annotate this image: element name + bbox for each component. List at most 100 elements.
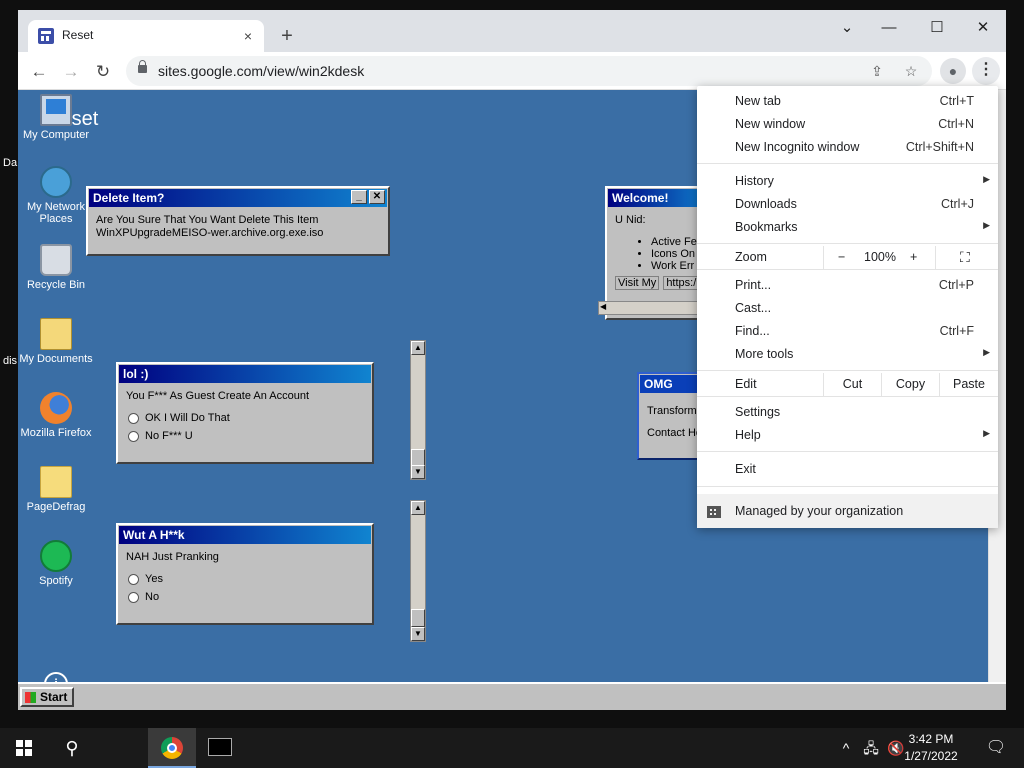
menu-label: Cast... xyxy=(735,301,772,315)
dialog-title-bar[interactable]: Delete Item? _ ✕ xyxy=(89,189,387,207)
page-scrollbar[interactable]: ▲ ▼ xyxy=(410,340,426,480)
desktop-icon-spotify[interactable]: Spotify xyxy=(18,540,94,587)
zoom-in-button[interactable]: + xyxy=(910,250,917,264)
radio-button[interactable] xyxy=(128,430,139,442)
radio-option-yes[interactable]: Yes xyxy=(128,573,364,585)
submenu-arrow-icon: ▶ xyxy=(983,220,990,230)
tab-reset[interactable]: Reset × xyxy=(28,20,264,52)
taskbar-terminal[interactable] xyxy=(196,728,244,768)
scroll-left-icon[interactable]: ◀ xyxy=(600,302,606,311)
maximize-button[interactable]: ☐ xyxy=(914,14,960,42)
desktop-icon-firefox[interactable]: Mozilla Firefox xyxy=(18,392,94,439)
fullscreen-button[interactable]: ⛶ xyxy=(935,246,998,269)
windows-start-button[interactable] xyxy=(0,728,48,768)
menu-item-downloads[interactable]: Downloads Ctrl+J xyxy=(697,193,998,216)
scroll-up-icon[interactable]: ▲ xyxy=(411,341,425,355)
chrome-menu-button[interactable]: ⋮ xyxy=(972,57,1000,85)
network-icon[interactable]: 🖧 xyxy=(858,728,884,768)
submenu-arrow-icon: ▶ xyxy=(983,174,990,184)
zoom-controls: − 100% + xyxy=(823,246,935,269)
taskbar-file-explorer[interactable] xyxy=(98,728,232,768)
search-button[interactable]: ⚲ xyxy=(48,728,96,768)
tab-close-icon[interactable]: × xyxy=(238,26,258,46)
welcome-tab[interactable]: Visit My xyxy=(615,276,660,290)
menu-item-more-tools[interactable]: More tools ▶ xyxy=(697,343,998,366)
desktop-icon-label: PageDefrag xyxy=(26,501,86,513)
radio-button[interactable] xyxy=(128,591,139,603)
scroll-down-icon[interactable]: ▼ xyxy=(411,627,425,641)
radio-option-no[interactable]: No xyxy=(128,591,364,603)
edit-copy-button[interactable]: Copy xyxy=(881,373,939,396)
radio-option-no[interactable]: No F*** U xyxy=(128,430,364,442)
menu-label: Exit xyxy=(735,462,756,476)
menu-shortcut: Ctrl+N xyxy=(938,117,974,131)
desktop-icon-label: My Documents xyxy=(19,353,93,365)
address-bar[interactable]: sites.google.com/view/win2kdesk ⇪ ☆ xyxy=(126,56,932,86)
menu-separator xyxy=(697,486,998,487)
edit-cut-button[interactable]: Cut xyxy=(823,373,881,396)
dialog-message: You F*** As Guest Create An Account xyxy=(126,390,310,402)
scroll-down-icon[interactable]: ▼ xyxy=(411,465,425,479)
radio-option-ok[interactable]: OK I Will Do That xyxy=(128,412,364,424)
menu-item-new-window[interactable]: New window Ctrl+N xyxy=(697,113,998,136)
tray-chevron-icon[interactable]: ^ xyxy=(834,728,858,768)
reload-button[interactable]: ↻ xyxy=(90,59,116,85)
scroll-thumb[interactable] xyxy=(411,609,425,627)
minimize-button[interactable]: — xyxy=(866,14,912,42)
dialog-title-bar[interactable]: Wut A H**k xyxy=(119,526,371,544)
recycle-bin-icon xyxy=(40,244,72,276)
welcome-tab[interactable]: https:/ xyxy=(663,276,700,290)
menu-item-new-incognito[interactable]: New Incognito window Ctrl+Shift+N xyxy=(697,136,998,159)
notification-center-icon[interactable]: 🗨 xyxy=(972,728,1020,768)
terminal-icon xyxy=(208,738,232,756)
tab-search-dropdown-icon[interactable]: ⌄ xyxy=(824,14,870,42)
menu-item-print[interactable]: Print... Ctrl+P xyxy=(697,274,998,297)
page-scrollbar[interactable]: ▲ ▼ xyxy=(410,500,426,642)
menu-separator xyxy=(697,269,998,270)
close-icon[interactable]: ✕ xyxy=(369,190,385,204)
back-button[interactable]: ← xyxy=(26,59,52,85)
desktop-icon-recycle-bin[interactable]: Recycle Bin xyxy=(18,244,94,291)
menu-item-new-tab[interactable]: New tab Ctrl+T xyxy=(697,90,998,113)
menu-item-find[interactable]: Find... Ctrl+F xyxy=(697,320,998,343)
folder-icon xyxy=(40,466,72,498)
menu-item-settings[interactable]: Settings xyxy=(697,401,998,424)
taskbar-chrome[interactable] xyxy=(148,728,196,768)
close-window-button[interactable]: ✕ xyxy=(960,14,1006,42)
lol-dialog: lol :) You F*** As Guest Create An Accou… xyxy=(116,362,374,464)
dialog-title: Wut A H**k xyxy=(123,528,185,542)
radio-button[interactable] xyxy=(128,412,139,424)
scroll-up-icon[interactable]: ▲ xyxy=(411,501,425,515)
menu-label: Print... xyxy=(735,278,772,292)
dialog-title-bar[interactable]: lol :) xyxy=(119,365,371,383)
menu-item-bookmarks[interactable]: Bookmarks ▶ xyxy=(697,216,998,239)
radio-button[interactable] xyxy=(128,573,139,585)
site-favicon-icon xyxy=(38,28,54,44)
start-button[interactable]: Start xyxy=(20,687,74,707)
menu-label: Bookmarks xyxy=(735,220,798,234)
edit-paste-button[interactable]: Paste xyxy=(939,373,998,396)
desktop-icon-pagedefrag[interactable]: PageDefrag xyxy=(18,466,94,513)
zoom-out-button[interactable]: − xyxy=(838,250,845,264)
desktop-icon-my-documents[interactable]: My Documents xyxy=(18,318,94,365)
browser-toolbar: ← → ↻ sites.google.com/view/win2kdesk ⇪ … xyxy=(18,52,1006,90)
menu-separator xyxy=(697,163,998,164)
desktop-icon-my-computer[interactable]: My Computer xyxy=(18,94,94,141)
menu-item-exit[interactable]: Exit xyxy=(697,458,998,481)
url-text[interactable]: sites.google.com/view/win2kdesk xyxy=(158,63,364,79)
menu-item-help[interactable]: Help ▶ xyxy=(697,424,998,447)
desktop-icon-label: Recycle Bin xyxy=(26,279,86,291)
system-clock[interactable]: 3:42 PM 1/27/2022 xyxy=(896,731,966,765)
menu-item-history[interactable]: History ▶ xyxy=(697,170,998,193)
menu-item-managed[interactable]: Managed by your organization xyxy=(697,494,998,528)
new-tab-button[interactable]: + xyxy=(274,24,300,50)
profile-avatar-icon[interactable]: ● xyxy=(940,58,966,84)
bookmark-star-icon[interactable]: ☆ xyxy=(900,60,922,82)
menu-label: History xyxy=(735,174,774,188)
share-icon[interactable]: ⇪ xyxy=(866,60,888,82)
minimize-icon[interactable]: _ xyxy=(351,190,367,204)
lock-icon[interactable] xyxy=(138,60,147,73)
forward-button[interactable]: → xyxy=(58,59,84,85)
desktop-icon-network-places[interactable]: My Network Places xyxy=(18,166,94,225)
menu-item-cast[interactable]: Cast... xyxy=(697,297,998,320)
